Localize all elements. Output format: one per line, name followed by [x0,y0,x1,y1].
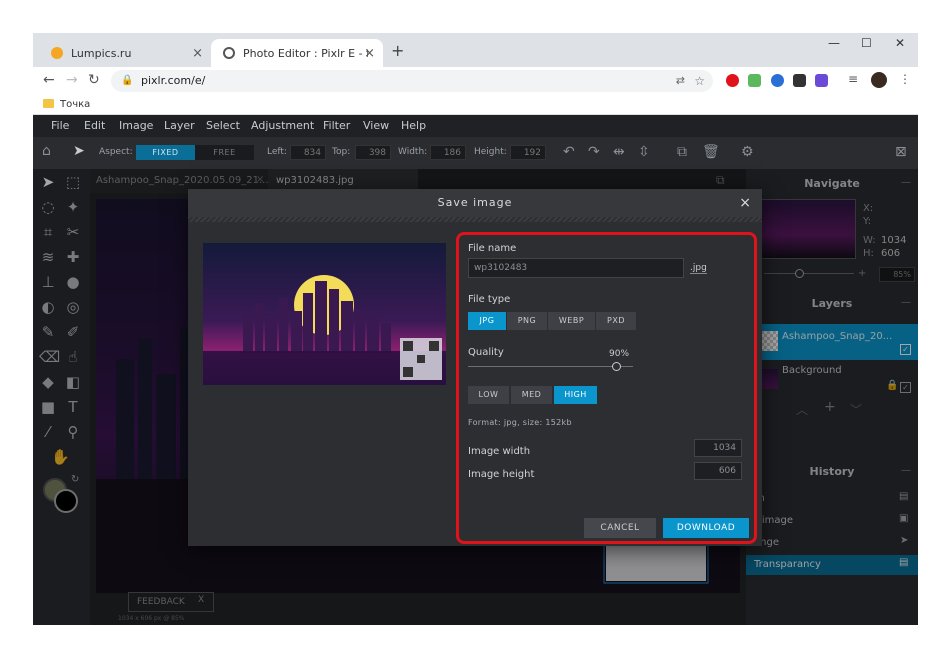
menu-layer[interactable]: Layer [164,119,195,132]
maximize-button[interactable]: ☐ [861,36,872,50]
image-width-input[interactable]: 1034 [694,439,742,457]
quality-high-button[interactable]: HIGH [554,386,597,404]
width-label: Width: [398,147,428,157]
file-type-jpg-button[interactable]: JPG [468,312,506,330]
vpn-extension-icon[interactable] [771,74,784,87]
menu-select[interactable]: Select [206,119,240,132]
image-height-label: Image height [468,469,535,480]
menu-edit[interactable]: Edit [84,119,105,132]
lock-icon[interactable]: 🔒 [121,70,133,92]
file-type-webp-button[interactable]: WEBP [548,312,595,330]
browser-window: Lumpics.ru × Photo Editor : Pixlr E - fr… [33,33,918,625]
lumpics-favicon-icon [51,47,63,59]
menu-file[interactable]: File [51,119,69,132]
trash-icon[interactable]: 🗑 [702,144,720,160]
aspect-free-button[interactable]: FREE [195,145,254,160]
forward-icon[interactable]: → [66,72,78,88]
playlist-icon[interactable]: ≡ [848,72,858,86]
dialog-title: Save image [437,196,513,209]
dialog-close-icon[interactable]: × [739,189,752,217]
bookmarks-bar: Точка [33,95,918,115]
url-field[interactable]: 🔒 pixlr.com/e/ ⇄ ☆ [111,70,713,92]
app-menubar: File Edit Image Layer Select Adjustment … [33,115,918,137]
quality-slider-handle[interactable] [612,362,621,371]
save-settings-panel: File name wp3102483 .jpg File type JPG P… [456,232,757,544]
reload-icon[interactable]: ↻ [88,72,100,88]
new-tab-button[interactable]: + [391,41,404,60]
url-text: pixlr.com/e/ [141,74,206,87]
dialog-header: Save image × [188,189,762,217]
file-extension-label: .jpg [690,263,707,274]
ad-extension-icon[interactable] [815,74,828,87]
minimize-button[interactable]: — [828,36,840,50]
quality-slider-track[interactable] [468,366,633,367]
header-divider [188,217,762,222]
top-input[interactable]: 398 [355,145,391,160]
browser-menu-icon[interactable]: ⋮ [899,72,911,86]
quality-value: 90% [609,349,630,359]
tab-label: Photo Editor : Pixlr E - free image [243,46,368,60]
music-extension-icon[interactable] [748,74,761,87]
browser-tab-lumpics[interactable]: Lumpics.ru × [39,39,211,67]
tab-label: Lumpics.ru [71,46,132,60]
image-preview [203,243,446,385]
left-input[interactable]: 834 [290,145,326,160]
preview-artwork [203,243,446,385]
file-name-label: File name [468,243,517,254]
star-icon[interactable]: ☆ [694,70,705,92]
options-bar: ⌂ ➤ Aspect: FIXED FREE Left: 834 Top: 39… [33,137,918,169]
image-height-input[interactable]: 606 [694,462,742,480]
file-name-input[interactable]: wp3102483 [468,258,684,278]
close-window-button[interactable]: ✕ [895,36,905,50]
menu-adjustment[interactable]: Adjustment [251,119,314,132]
file-type-png-button[interactable]: PNG [507,312,547,330]
pixlr-favicon-icon [223,47,235,59]
arrow-tool-icon: ➤ [73,143,85,159]
browser-tab-pixlr[interactable]: Photo Editor : Pixlr E - free image × [211,39,383,67]
aspect-label: Aspect: [99,147,133,157]
close-tab-icon[interactable]: × [192,46,203,61]
aspect-fixed-button[interactable]: FIXED [136,145,195,160]
extension-icon[interactable] [793,74,806,87]
opera-extension-icon[interactable] [726,74,739,87]
save-image-dialog: Save image × File name wp3102483 .jpg Fi… [188,189,762,546]
profile-avatar[interactable] [871,72,887,88]
flip-horizontal-icon[interactable]: ⇹ [613,144,625,160]
height-input[interactable]: 192 [510,145,546,160]
settings-gear-icon[interactable]: ⚙ [741,144,754,160]
pixlr-app: File Edit Image Layer Select Adjustment … [33,115,918,625]
image-width-label: Image width [468,446,531,457]
address-bar-row: ← → ↻ 🔒 pixlr.com/e/ ⇄ ☆ ≡ ⋮ [33,67,918,95]
rotate-right-icon[interactable]: ↷ [588,144,600,160]
collapse-panel-icon[interactable]: ⊠ [895,144,907,160]
quality-low-button[interactable]: LOW [468,386,509,404]
left-label: Left: [267,147,287,157]
file-type-label: File type [468,294,511,305]
crop-icon[interactable]: ⧉ [677,144,687,160]
bookmark-tochka[interactable]: Точка [60,99,90,110]
width-input[interactable]: 186 [430,145,466,160]
cancel-button[interactable]: CANCEL [584,518,656,538]
home-icon[interactable]: ⌂ [42,143,51,159]
back-icon[interactable]: ← [43,72,55,88]
flip-vertical-icon[interactable]: ⇳ [638,144,650,160]
file-type-pxd-button[interactable]: PXD [596,312,636,330]
quality-med-button[interactable]: MED [511,386,552,404]
menu-help[interactable]: Help [401,119,426,132]
menu-view[interactable]: View [363,119,389,132]
rotate-left-icon[interactable]: ↶ [563,144,575,160]
quality-label: Quality [468,347,504,358]
folder-icon [43,99,54,108]
close-tab-icon[interactable]: × [364,46,375,61]
menu-image[interactable]: Image [119,119,153,132]
download-button[interactable]: DOWNLOAD [663,518,749,538]
height-label: Height: [474,147,507,157]
format-info: Format: jpg, size: 152kb [468,418,572,427]
top-label: Top: [332,147,351,157]
translate-icon[interactable]: ⇄ [676,70,685,92]
menu-filter[interactable]: Filter [323,119,350,132]
